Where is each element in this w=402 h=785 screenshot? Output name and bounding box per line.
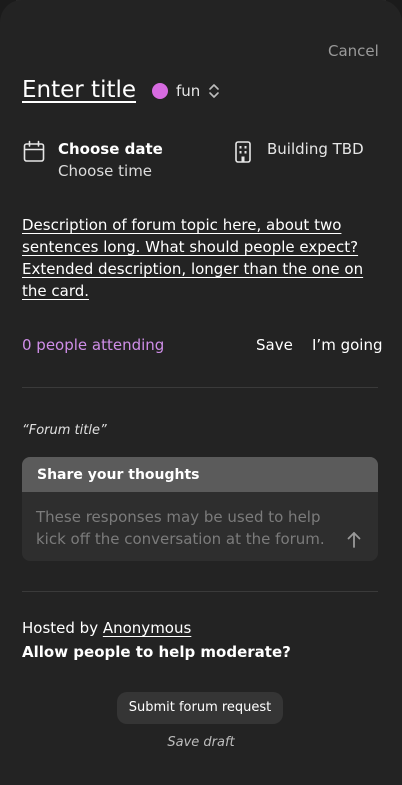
thoughts-card: Share your thoughts These responses may …: [22, 457, 378, 561]
thoughts-input[interactable]: These responses may be used to help kick…: [22, 492, 378, 550]
submit-forum-request-button[interactable]: Submit forum request: [117, 692, 283, 724]
host-name-link[interactable]: Anonymous: [103, 619, 191, 637]
tag-label: fun: [176, 82, 201, 100]
hosted-by-prefix: Hosted by: [22, 619, 99, 637]
going-button[interactable]: I’m going: [312, 336, 382, 354]
location-button[interactable]: Building TBD: [267, 140, 364, 158]
choose-date-button[interactable]: Choose date: [58, 140, 163, 158]
cancel-button[interactable]: Cancel: [328, 42, 379, 60]
tag-color-dot: [152, 83, 168, 99]
divider: [22, 591, 378, 592]
arrow-up-icon[interactable]: [343, 529, 365, 551]
chevron-up-down-icon: [209, 84, 220, 98]
tag-selector[interactable]: fun: [152, 82, 220, 100]
choose-time-button[interactable]: Choose time: [58, 162, 152, 180]
building-icon: [235, 141, 251, 163]
divider: [22, 387, 378, 388]
description-input[interactable]: Description of forum topic here, about t…: [22, 214, 372, 302]
attending-count-link[interactable]: 0 people attending: [22, 336, 164, 354]
calendar-icon: [23, 140, 45, 162]
allow-moderate-toggle[interactable]: Allow people to help moderate?: [22, 643, 291, 661]
create-forum-sheet: Cancel Enter title fun Choose date Choos…: [0, 0, 402, 785]
thoughts-header: Share your thoughts: [22, 457, 378, 492]
forum-title: “Forum title”: [22, 423, 107, 438]
title-input[interactable]: Enter title: [22, 77, 136, 103]
save-draft-link[interactable]: Save draft: [0, 735, 402, 750]
save-button[interactable]: Save: [256, 336, 293, 354]
hosted-by: Hosted by Anonymous: [22, 619, 191, 637]
